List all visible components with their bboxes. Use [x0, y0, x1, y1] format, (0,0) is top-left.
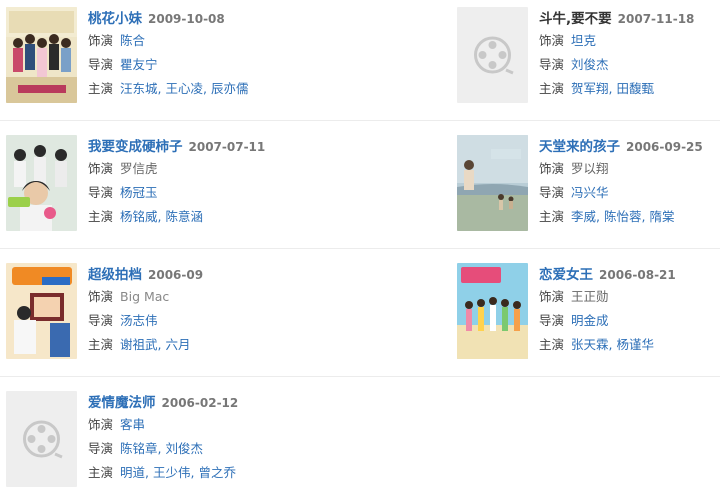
role-label: 导演	[88, 57, 114, 72]
movie-title[interactable]: 超级拍档	[88, 267, 142, 283]
movie-card: 桃花小妹 2009-10-08 饰演 陈合 导演 瞿友宁 主演 汪东城, 王心凌, 辰亦…	[0, 7, 265, 107]
movie-title[interactable]: 天堂来的孩子	[539, 139, 620, 155]
director-link[interactable]: 明金成	[571, 313, 609, 328]
actor-link[interactable]: 王少伟	[153, 465, 191, 480]
actor-link[interactable]: 王心凌	[165, 81, 203, 96]
role-label: 主演	[88, 465, 114, 480]
role-label: 饰演	[539, 289, 565, 304]
actor-link[interactable]: 汪东城	[120, 81, 158, 96]
actor-link[interactable]: 田馥甄	[616, 81, 654, 96]
movie-card: 天堂来的孩子 2006-09-25 饰演 罗以翔 导演 冯兴华 主演 李威, 陈怡蓉, …	[451, 135, 716, 235]
director-link[interactable]: 冯兴华	[571, 185, 609, 200]
role-label: 主演	[539, 81, 565, 96]
director-link[interactable]: 汤志伟	[120, 313, 158, 328]
movie-card: 超级拍档 2006-09 饰演 Big Mac 导演 汤志伟 主演 谢祖武, 六月	[0, 263, 265, 363]
movie-poster[interactable]	[6, 135, 77, 231]
row-divider	[0, 376, 720, 377]
actor-link[interactable]: 张天霖	[571, 337, 609, 352]
director-link[interactable]: 陈铭章	[120, 441, 158, 456]
row-divider	[0, 248, 720, 249]
movie-info: 斗牛,要不要 2007-11-18 饰演 坦克 导演 刘俊杰 主演 贺军翔, 田馥甄	[539, 11, 695, 96]
movie-info: 超级拍档 2006-09 饰演 Big Mac 导演 汤志伟 主演 谢祖武, 六月	[88, 267, 204, 352]
role-label: 饰演	[88, 161, 114, 176]
actor-link[interactable]: 谢祖武	[120, 337, 158, 352]
movie-info: 天堂来的孩子 2006-09-25 饰演 罗以翔 导演 冯兴华 主演 李威, 陈怡蓉, …	[539, 139, 703, 224]
film-reel-icon	[457, 7, 528, 103]
role-label: 主演	[88, 209, 114, 224]
role-label: 导演	[88, 185, 114, 200]
movie-info: 桃花小妹 2009-10-08 饰演 陈合 导演 瞿友宁 主演 汪东城, 王心凌, 辰亦…	[88, 11, 249, 96]
row-divider	[0, 120, 720, 121]
movie-card: 我要变成硬柿子 2007-07-11 饰演 罗信虎 导演 杨冠玉 主演 杨铭威, 陈意涵	[0, 135, 265, 235]
movie-poster[interactable]	[6, 7, 77, 103]
movie-poster-placeholder[interactable]	[457, 7, 528, 103]
filmography-grid: 桃花小妹 2009-10-08 饰演 陈合 导演 瞿友宁 主演 汪东城, 王心凌, 辰亦…	[0, 0, 720, 493]
movie-card: 恋爱女王 2006-08-21 饰演 王正勋 导演 明金成 主演 张天霖, 杨谨华	[451, 263, 716, 363]
release-date: 2006-02-12	[161, 396, 239, 410]
movie-poster[interactable]	[457, 263, 528, 359]
actor-link[interactable]: 六月	[165, 337, 190, 352]
movie-poster[interactable]	[457, 135, 528, 231]
role-label: 饰演	[88, 33, 114, 48]
director-link[interactable]: 刘俊杰	[571, 57, 609, 72]
movie-poster[interactable]	[6, 263, 77, 359]
release-date: 2006-08-21	[599, 268, 676, 282]
role-label: 主演	[539, 209, 565, 224]
character-name: Big Mac	[120, 289, 170, 304]
movie-title[interactable]: 桃花小妹	[88, 11, 142, 27]
actor-link[interactable]: 陈意涵	[165, 209, 203, 224]
actor-link[interactable]: 隋棠	[649, 209, 674, 224]
actor-link[interactable]: 贺军翔	[571, 81, 609, 96]
director-link[interactable]: 刘俊杰	[165, 441, 203, 456]
role-label: 导演	[88, 441, 114, 456]
role-label: 主演	[88, 81, 114, 96]
actor-link[interactable]: 辰亦儒	[211, 81, 249, 96]
movie-title[interactable]: 斗牛,要不要	[539, 11, 612, 27]
movie-title[interactable]: 我要变成硬柿子	[88, 139, 183, 155]
movie-info: 爱情魔法师 2006-02-12 饰演 客串 导演 陈铭章, 刘俊杰 主演 明道, 王少…	[88, 395, 239, 480]
actor-link[interactable]: 曾之乔	[198, 465, 236, 480]
character-name[interactable]: 陈合	[120, 33, 145, 48]
role-label: 饰演	[88, 289, 114, 304]
role-label: 导演	[88, 313, 114, 328]
release-date: 2007-07-11	[188, 140, 266, 154]
character-name[interactable]: 坦克	[571, 33, 596, 48]
character-name: 罗信虎	[120, 161, 158, 176]
movie-card: 斗牛,要不要 2007-11-18 饰演 坦克 导演 刘俊杰 主演 贺军翔, 田馥甄	[451, 7, 716, 107]
release-date: 2006-09-25	[626, 140, 703, 154]
character-name: 罗以翔	[571, 161, 609, 176]
movie-info: 恋爱女王 2006-08-21 饰演 王正勋 导演 明金成 主演 张天霖, 杨谨华	[539, 267, 676, 352]
release-date: 2009-10-08	[148, 12, 225, 26]
character-name: 王正勋	[571, 289, 609, 304]
movie-info: 我要变成硬柿子 2007-07-11 饰演 罗信虎 导演 杨冠玉 主演 杨铭威, 陈意涵	[88, 139, 266, 224]
movie-card: 爱情魔法师 2006-02-12 饰演 客串 导演 陈铭章, 刘俊杰 主演 明道, 王少…	[0, 391, 265, 491]
actor-link[interactable]: 李威	[571, 209, 596, 224]
role-label: 主演	[88, 337, 114, 352]
movie-poster-placeholder[interactable]	[6, 391, 77, 487]
role-label: 导演	[539, 313, 565, 328]
actor-link[interactable]: 陈怡蓉	[604, 209, 642, 224]
actor-link[interactable]: 杨谨华	[616, 337, 654, 352]
actor-link[interactable]: 杨铭威	[120, 209, 158, 224]
character-name[interactable]: 客串	[120, 417, 145, 432]
director-link[interactable]: 瞿友宁	[120, 57, 158, 72]
director-link[interactable]: 杨冠玉	[120, 185, 158, 200]
role-label: 主演	[539, 337, 565, 352]
role-label: 饰演	[539, 33, 565, 48]
movie-title[interactable]: 恋爱女王	[539, 267, 593, 283]
role-label: 导演	[539, 57, 565, 72]
release-date: 2006-09	[148, 268, 204, 282]
role-label: 饰演	[88, 417, 114, 432]
role-label: 导演	[539, 185, 565, 200]
role-label: 饰演	[539, 161, 565, 176]
actor-link[interactable]: 明道	[120, 465, 145, 480]
film-reel-icon	[6, 391, 77, 487]
movie-title[interactable]: 爱情魔法师	[88, 395, 156, 411]
release-date: 2007-11-18	[617, 12, 695, 26]
